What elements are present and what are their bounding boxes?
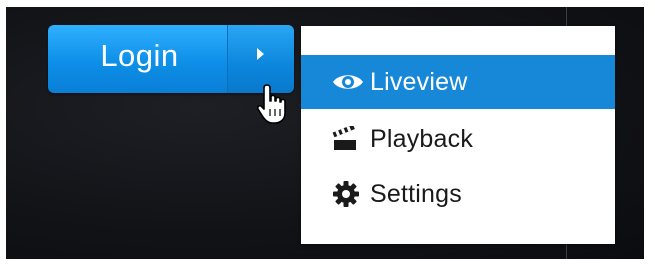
clapperboard-icon [332,124,368,154]
caret-right-icon [257,48,264,60]
app-background: Login Liveview Playback Settings [6,7,644,259]
login-button-label: Login [100,38,179,73]
eye-icon [332,67,368,97]
menu-item-playback[interactable]: Playback [301,112,615,166]
menu-item-label: Playback [370,124,474,153]
menu-item-label: Settings [370,179,462,208]
menu-item-settings[interactable]: Settings [301,167,615,221]
hand-pointer-icon [256,83,292,129]
login-dropdown-menu: Liveview Playback Settings [301,26,615,244]
gear-icon [332,179,368,209]
login-button[interactable]: Login [48,25,228,93]
menu-item-label: Liveview [370,67,468,96]
menu-item-liveview[interactable]: Liveview [301,55,615,109]
